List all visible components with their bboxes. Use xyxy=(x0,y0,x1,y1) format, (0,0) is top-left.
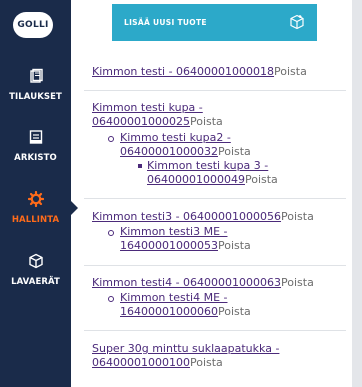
row-divider xyxy=(84,198,346,199)
nav-label-lavaerat: LAVAERÄT xyxy=(11,277,60,287)
product-link[interactable]: Kimmon testi4 - 06400001000063 xyxy=(92,276,281,289)
product-link[interactable]: Kimmon testi - 06400001000018 xyxy=(92,65,274,78)
product-link[interactable]: Kimmon testi4 ME - 16400001000060 xyxy=(120,291,227,318)
product-row: Kimmon testi3 - 06400001000056Poista xyxy=(92,210,342,224)
product-link[interactable]: Kimmon testi kupa - 06400001000025 xyxy=(92,101,203,128)
product-row: Kimmon testi kupa 3 - 06400001000049Pois… xyxy=(147,159,282,187)
list-bullet xyxy=(108,296,114,302)
row-divider xyxy=(84,330,346,331)
product-row: Kimmon testi3 ME - 16400001000053Poista xyxy=(120,225,251,253)
nav-label-hallinta: HALLINTA xyxy=(11,215,60,225)
add-box-icon xyxy=(290,14,304,30)
row-divider xyxy=(84,90,346,91)
list-bullet xyxy=(108,230,114,236)
delete-link[interactable]: Poista xyxy=(190,356,223,369)
product-row: Kimmon testi4 ME - 16400001000060Poista xyxy=(120,291,251,319)
list-bullet xyxy=(138,164,142,168)
product-row: Kimmon testi4 - 06400001000063Poista xyxy=(92,276,342,290)
nav-item-arkisto[interactable]: ARKISTO xyxy=(0,129,71,179)
nav-label-arkisto: ARKISTO xyxy=(14,153,57,163)
scrollbar[interactable] xyxy=(352,0,362,387)
product-row: Kimmon testi kupa - 06400001000025Poista xyxy=(92,101,232,129)
delete-link[interactable]: Poista xyxy=(218,239,251,252)
nav-item-lavaerat[interactable]: LAVAERÄT xyxy=(0,253,71,303)
active-nav-indicator xyxy=(71,201,78,215)
gear-icon xyxy=(27,191,44,207)
delete-link[interactable]: Poista xyxy=(274,65,307,78)
delete-link[interactable]: Poista xyxy=(245,173,278,186)
orders-icon xyxy=(29,68,43,83)
row-divider xyxy=(84,265,346,266)
delete-link[interactable]: Poista xyxy=(190,115,223,128)
product-link[interactable]: Kimmo testi kupa2 - 06400001000032 xyxy=(120,131,231,158)
delete-link[interactable]: Poista xyxy=(281,276,314,289)
add-product-button[interactable]: LISÄÄ UUSI TUOTE xyxy=(112,4,317,41)
sidebar: GOLLI TILAUKSET ARKISTO HALLINTA LAVAERÄ… xyxy=(0,0,71,387)
golli-logo[interactable]: GOLLI xyxy=(13,12,53,38)
product-link[interactable]: Kimmon testi3 - 06400001000056 xyxy=(92,210,281,223)
product-row: Super 30g minttu suklaapatukka - 0640000… xyxy=(92,342,302,370)
cube-icon xyxy=(28,253,43,269)
nav-label-tilaukset: TILAUKSET xyxy=(9,92,62,102)
delete-link[interactable]: Poista xyxy=(218,145,251,158)
logo-text: GOLLI xyxy=(17,20,49,30)
nav-item-hallinta[interactable]: HALLINTA xyxy=(0,191,71,241)
add-product-label: LISÄÄ UUSI TUOTE xyxy=(124,18,207,27)
list-bullet xyxy=(108,136,114,142)
product-link[interactable]: Kimmon testi3 ME - 16400001000053 xyxy=(120,225,227,252)
product-row: Kimmon testi - 06400001000018Poista xyxy=(92,65,342,79)
archive-icon xyxy=(29,130,42,144)
product-row: Kimmo testi kupa2 - 06400001000032Poista xyxy=(120,131,255,159)
nav-item-tilaukset[interactable]: TILAUKSET xyxy=(0,68,71,118)
product-link[interactable]: Super 30g minttu suklaapatukka - 0640000… xyxy=(92,342,279,369)
delete-link[interactable]: Poista xyxy=(281,210,314,223)
delete-link[interactable]: Poista xyxy=(218,305,251,318)
